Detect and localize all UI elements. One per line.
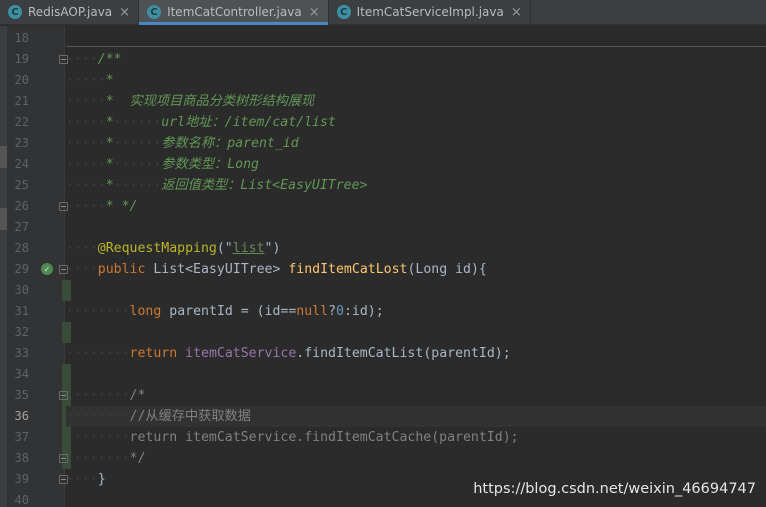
method-separator bbox=[66, 46, 766, 47]
code-line-38: ········*/ bbox=[66, 451, 146, 466]
strip-marker bbox=[0, 146, 7, 168]
line-number: 26 bbox=[14, 199, 29, 213]
line-number: 32 bbox=[14, 325, 29, 339]
code-line-35: ········/* bbox=[66, 388, 146, 403]
doc-comment: * bbox=[105, 157, 114, 172]
doc-comment: * bbox=[105, 73, 114, 88]
line-number: 18 bbox=[14, 31, 29, 45]
line-number: 39 bbox=[14, 472, 29, 486]
field: itemCatService bbox=[185, 346, 297, 361]
line-number: 29 bbox=[14, 262, 29, 276]
method-name: findItemCatLost bbox=[288, 262, 408, 277]
line-number: 19 bbox=[14, 52, 29, 66]
code-line-29: ····public List<EasyUITree> findItemCatL… bbox=[66, 262, 487, 277]
string-literal: list bbox=[232, 241, 265, 256]
line-number: 30 bbox=[14, 283, 29, 297]
tab-label: ItemCatServiceImpl.java bbox=[356, 5, 504, 19]
code-text: (" bbox=[216, 241, 233, 256]
line-number-current: 36 bbox=[14, 409, 29, 423]
close-icon[interactable]: × bbox=[511, 5, 522, 20]
code-line-26: ·····* */ bbox=[66, 199, 138, 214]
tab-itemcatcontroller[interactable]: C ItemCatController.java × bbox=[139, 0, 329, 25]
strip-marker bbox=[0, 208, 7, 230]
line-number: 37 bbox=[14, 430, 29, 444]
line-number: 20 bbox=[14, 73, 29, 87]
line-number: 31 bbox=[14, 304, 29, 318]
keyword: long bbox=[129, 304, 162, 319]
c-class-icon: C bbox=[147, 5, 162, 19]
code-text: List<EasyUITree> bbox=[153, 262, 281, 277]
code-editor[interactable]: ····/** ·····* ·····* 实现项目商品分类树形结构展现 ···… bbox=[66, 26, 766, 507]
close-icon[interactable]: × bbox=[309, 5, 320, 20]
line-number: 25 bbox=[14, 178, 29, 192]
left-tool-strip bbox=[0, 26, 7, 507]
code-text: ") bbox=[264, 241, 281, 256]
doc-comment: * bbox=[105, 178, 114, 193]
line-number-gutter: 18 19 20 21 22 23 24 25 26 27 28 29 30 3… bbox=[7, 26, 71, 507]
code-line-37: ········return itemCatService.findItemCa… bbox=[66, 430, 519, 445]
keyword: null bbox=[296, 304, 329, 319]
code-line-20: ·····* bbox=[66, 73, 114, 88]
code-text: (Long id){ bbox=[407, 262, 487, 277]
keyword: public bbox=[97, 262, 146, 277]
doc-comment: * */ bbox=[105, 199, 138, 214]
line-number: 38 bbox=[14, 451, 29, 465]
code-line-36: ········//从缓存中获取数据 bbox=[66, 409, 251, 424]
code-line-31: ········long parentId = (id==null?0:id); bbox=[66, 304, 384, 319]
code-line-19: ····/** bbox=[66, 52, 122, 67]
doc-comment: url地址：/item/cat/list bbox=[161, 115, 336, 130]
comment: return itemCatService.findItemCatCache(p… bbox=[129, 430, 519, 445]
comment: //从缓存中获取数据 bbox=[129, 409, 251, 424]
c-class-icon: C bbox=[336, 5, 351, 19]
annotation: @RequestMapping bbox=[97, 241, 217, 256]
doc-comment: * 实现项目商品分类树形结构展现 bbox=[105, 94, 315, 109]
code-text: .findItemCatList(parentId); bbox=[296, 346, 511, 361]
code-line-28: ····@RequestMapping("list") bbox=[66, 241, 281, 256]
line-number: 24 bbox=[14, 157, 29, 171]
code-line-33: ········return itemCatService.findItemCa… bbox=[66, 346, 511, 361]
line-number: 40 bbox=[14, 493, 29, 507]
line-number: 27 bbox=[14, 220, 29, 234]
number-literal: 0 bbox=[336, 304, 344, 319]
doc-comment: * bbox=[105, 115, 114, 130]
keyword: return bbox=[129, 346, 178, 361]
line-number: 33 bbox=[14, 346, 29, 360]
line-number: 23 bbox=[14, 136, 29, 150]
editor-tab-bar: C RedisAOP.java × C ItemCatController.ja… bbox=[0, 0, 766, 25]
c-class-icon: C bbox=[8, 5, 22, 19]
code-line-24: ·····*······参数类型：Long bbox=[66, 157, 259, 172]
tab-label: ItemCatController.java bbox=[167, 5, 302, 19]
line-number: 21 bbox=[14, 94, 29, 108]
line-number: 22 bbox=[14, 115, 29, 129]
doc-comment: * bbox=[105, 136, 114, 151]
code-line-25: ·····*······返回值类型：List<EasyUITree> bbox=[66, 178, 368, 193]
watermark-url: https://blog.csdn.net/weixin_46694747 bbox=[473, 481, 756, 497]
comment: */ bbox=[129, 451, 146, 466]
doc-comment: 参数类型：Long bbox=[161, 157, 259, 172]
code-line-22: ·····*······url地址：/item/cat/list bbox=[66, 115, 336, 130]
tab-label: RedisAOP.java bbox=[28, 5, 113, 19]
doc-comment: 参数名称：parent_id bbox=[161, 136, 299, 151]
code-text: :id); bbox=[343, 304, 384, 319]
comment: /* bbox=[129, 388, 146, 403]
line-number: 34 bbox=[14, 367, 29, 381]
line-number: 28 bbox=[14, 241, 29, 255]
code-line-23: ·····*······参数名称：parent_id bbox=[66, 136, 299, 151]
code-text: } bbox=[97, 472, 106, 487]
doc-comment: /** bbox=[97, 52, 122, 67]
code-line-39: ····} bbox=[66, 472, 106, 487]
request-mapping-gutter-icon[interactable]: ✓ bbox=[41, 263, 53, 275]
close-icon[interactable]: × bbox=[119, 5, 130, 20]
doc-comment: 返回值类型：List<EasyUITree> bbox=[161, 178, 368, 193]
code-text: ? bbox=[328, 304, 337, 319]
line-number: 35 bbox=[14, 388, 29, 402]
tab-itemcatserviceimpl[interactable]: C ItemCatServiceImpl.java × bbox=[329, 0, 531, 24]
tab-redisaop[interactable]: C RedisAOP.java × bbox=[0, 0, 140, 24]
code-text: parentId = (id== bbox=[169, 304, 297, 319]
code-line-21: ·····* 实现项目商品分类树形结构展现 bbox=[66, 94, 315, 109]
